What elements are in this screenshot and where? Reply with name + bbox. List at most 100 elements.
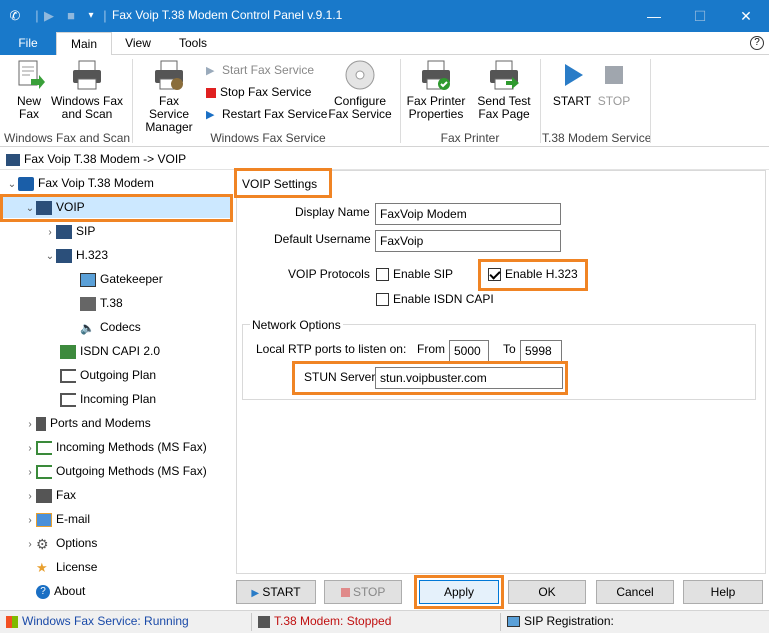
tree-label: License [56, 560, 98, 574]
chevron-right-icon[interactable]: › [44, 222, 56, 244]
tree-label: About [54, 584, 86, 598]
minimize-button[interactable]: — [631, 0, 677, 32]
tree-item-isdn-capi[interactable]: ISDN CAPI 2.0 [60, 340, 160, 362]
ribbon: New Fax Windows Fax and Scan Windows Fax… [0, 55, 769, 147]
status-bar: Windows Fax Service: Running T.38 Modem:… [0, 610, 769, 633]
start-button[interactable]: ▶ START [236, 580, 316, 604]
modem-icon [56, 248, 72, 263]
stop-icon [340, 588, 350, 598]
start-fax-service-label: Start Fax Service [222, 63, 315, 77]
start-fax-service-button[interactable]: ▶ Start Fax Service [206, 61, 314, 79]
tree-item-codecs[interactable]: 🔈 Codecs [80, 316, 141, 338]
tree-item-t38[interactable]: T.38 [80, 292, 123, 314]
gear-icon: ⚙ [36, 535, 49, 552]
chevron-right-icon[interactable]: › [24, 510, 36, 532]
tree-item-outgoing-plan[interactable]: Outgoing Plan [60, 364, 156, 386]
windows-fax-scan-label: Windows Fax and Scan [50, 94, 124, 121]
group-divider [540, 59, 541, 143]
tab-file[interactable]: File [0, 32, 56, 55]
tree-item-incoming-plan[interactable]: Incoming Plan [60, 388, 156, 410]
tree-item-about[interactable]: ? About [36, 580, 85, 602]
stop-button[interactable]: STOP [324, 580, 402, 604]
stop-modem-button[interactable]: STOP [594, 59, 634, 108]
configure-fax-service-button[interactable]: Configure Fax Service [328, 59, 392, 121]
ok-button[interactable]: OK [508, 580, 586, 604]
tree-item-gatekeeper[interactable]: Gatekeeper [80, 268, 163, 290]
modem-icon [6, 153, 20, 166]
chevron-right-icon[interactable]: › [24, 462, 36, 484]
chevron-down-icon[interactable]: ⌄ [44, 246, 56, 268]
isdn-card-icon [60, 344, 76, 359]
chevron-down-icon[interactable]: ⌄ [6, 174, 18, 196]
tab-tools[interactable]: Tools [164, 32, 222, 55]
tree-item-options[interactable]: › ⚙ Options [24, 532, 97, 554]
tree-item-ports-modems[interactable]: › Ports and Modems [24, 412, 151, 434]
tree-label: ISDN CAPI 2.0 [80, 344, 161, 358]
chevron-right-icon[interactable]: › [24, 414, 36, 436]
from-label: From [417, 342, 445, 356]
fax-icon [80, 296, 96, 311]
start-quick-icon[interactable]: ▶ [40, 7, 58, 25]
group-label-t38: T.38 Modem Service [542, 131, 652, 145]
phone-app-icon[interactable]: ✆ [6, 7, 24, 25]
rtp-to-input[interactable] [520, 340, 562, 362]
enable-sip-checkbox[interactable] [376, 268, 389, 281]
flow-icon [60, 392, 76, 407]
start-modem-label: START [552, 94, 592, 108]
send-test-fax-label: Send Test Fax Page [477, 94, 531, 121]
default-username-input[interactable] [375, 230, 561, 252]
help-icon[interactable]: ? [750, 36, 764, 50]
close-button[interactable]: ✕ [723, 0, 769, 32]
fax-service-status: Windows Fax Service: Running [22, 614, 189, 628]
tree-label: Gatekeeper [100, 272, 163, 286]
fax-service-manager-icon [153, 59, 185, 91]
group-label-fax-printer: Fax Printer [440, 131, 500, 145]
printer-send-icon [488, 59, 520, 91]
stop-quick-icon[interactable]: ■ [62, 7, 80, 25]
enable-isdn-label: Enable ISDN CAPI [393, 292, 494, 306]
display-name-input[interactable] [375, 203, 561, 225]
tree-item-fax[interactable]: › Fax [24, 484, 76, 506]
new-fax-button[interactable]: New Fax [8, 59, 50, 121]
rtp-ports-label: Local RTP ports to listen on: [256, 342, 407, 356]
windows-fax-scan-button[interactable]: Windows Fax and Scan [50, 59, 124, 121]
tree-item-license[interactable]: ★ License [36, 556, 97, 578]
tab-view[interactable]: View [112, 32, 164, 55]
tree-item-h323[interactable]: ⌄ H.323 [44, 244, 108, 266]
tree-item-sip[interactable]: › SIP [44, 220, 95, 242]
tree-item-email[interactable]: › E-mail [24, 508, 90, 530]
maximize-button[interactable]: ☐ [677, 0, 723, 32]
info-icon: ? [36, 584, 50, 599]
tree-item-root[interactable]: ⌄ Fax Voip T.38 Modem [6, 172, 154, 194]
restart-fax-service-button[interactable]: ▶ Restart Fax Service [206, 105, 327, 123]
breadcrumb: Fax Voip T.38 Modem -> VOIP [0, 148, 769, 170]
chevron-right-icon[interactable]: › [24, 438, 36, 460]
flow-icon [36, 464, 52, 479]
chevron-right-icon[interactable]: › [24, 534, 36, 556]
group-label-windows-fax-service: Windows Fax Service [210, 131, 326, 145]
start-modem-button[interactable]: START [550, 59, 594, 108]
tree-item-incoming-methods[interactable]: › Incoming Methods (MS Fax) [24, 436, 207, 458]
stop-fax-service-button[interactable]: Stop Fax Service [206, 83, 311, 101]
tree-item-outgoing-methods[interactable]: › Outgoing Methods (MS Fax) [24, 460, 207, 482]
fax-service-manager-button[interactable]: Fax Service Manager [138, 59, 200, 134]
navigation-tree: ⌄ Fax Voip T.38 Modem ⌄ VOIP › SIP ⌄ H.323 G… [0, 170, 233, 610]
port-icon [36, 416, 46, 431]
help-button[interactable]: Help [683, 580, 763, 604]
tab-main[interactable]: Main [56, 32, 112, 56]
shield-icon: ★ [36, 559, 48, 575]
rtp-from-input[interactable] [449, 340, 489, 362]
tree-label: H.323 [76, 248, 109, 262]
fax-printer-properties-button[interactable]: Fax Printer Properties [404, 59, 468, 121]
highlight-apply [414, 575, 504, 609]
enable-isdn-checkbox[interactable] [376, 293, 389, 306]
email-icon [36, 512, 52, 527]
speaker-icon: 🔈 [80, 320, 95, 335]
status-divider [251, 613, 252, 631]
tree-label: E-mail [56, 512, 91, 526]
send-test-fax-button[interactable]: Send Test Fax Page [472, 59, 536, 121]
tree-label: SIP [76, 224, 96, 238]
chevron-right-icon[interactable]: › [24, 486, 36, 508]
default-username-label: Default Username [274, 232, 371, 246]
cancel-button[interactable]: Cancel [596, 580, 674, 604]
